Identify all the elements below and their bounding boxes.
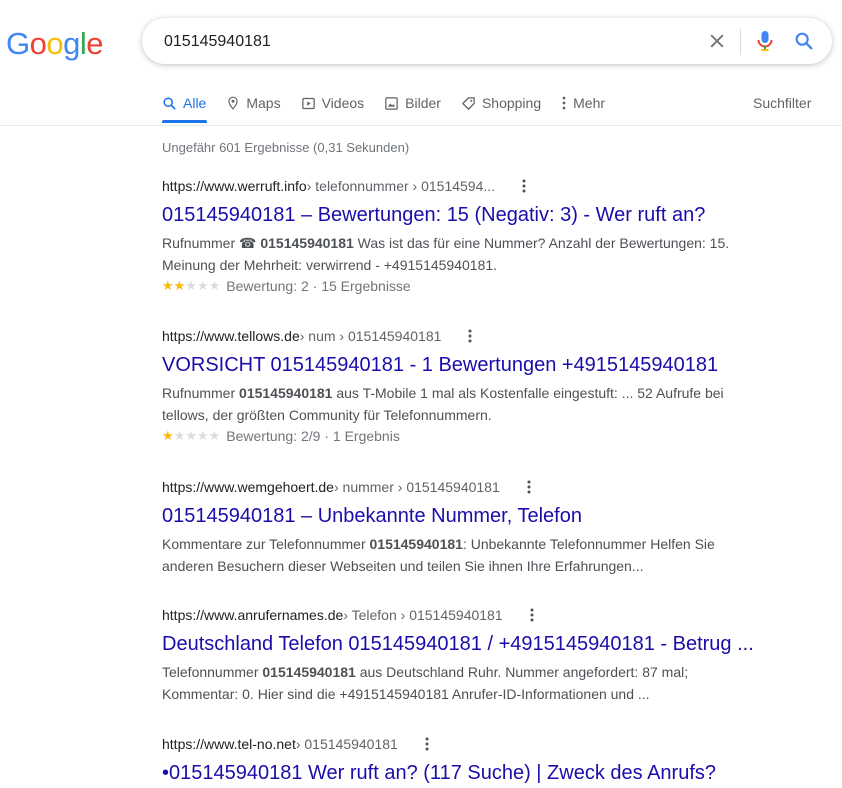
search-box: [142, 18, 832, 66]
tab-mehr[interactable]: Mehr: [561, 92, 605, 114]
result-breadcrumb: › telefonnummer › 01514594...: [306, 178, 496, 194]
result-domain: https://www.tellows.de: [162, 328, 300, 344]
search-divider: [740, 29, 741, 55]
logo-letter-o2: o: [46, 26, 64, 61]
snippet-highlight: 015145940181: [260, 235, 354, 251]
logo-letter-e: e: [86, 26, 104, 61]
google-logo[interactable]: Google: [6, 26, 104, 62]
result-url[interactable]: https://www.werruft.info › telefonnummer…: [162, 176, 762, 196]
more-options-icon[interactable]: [463, 329, 477, 343]
result-url[interactable]: https://www.tellows.de › num › 015145940…: [162, 326, 762, 346]
result-snippet: Rufnummer ☎ 015145940181 Was ist das für…: [162, 232, 752, 276]
result-domain: https://www.tel-no.net: [162, 736, 296, 752]
tab-maps[interactable]: Maps: [226, 92, 281, 114]
result-title[interactable]: Deutschland Telefon 015145940181 / +4915…: [162, 631, 762, 657]
snippet-text: Telefonnummer: [162, 664, 263, 680]
logo-letter-g1: G: [6, 26, 30, 61]
more-options-icon[interactable]: [522, 480, 536, 494]
tab-videos[interactable]: Videos: [301, 92, 365, 114]
result-breadcrumb: › num › 015145940181: [299, 328, 442, 344]
result-snippet: Telefonnummer 015145940181 aus Deutschla…: [162, 661, 752, 705]
rating-text: Bewertung: 2 · 15 Ergebnisse: [226, 278, 411, 294]
search-result: https://www.werruft.info › telefonnummer…: [162, 176, 762, 296]
snippet-text: Kommentare zur Telefonnummer: [162, 536, 370, 552]
result-url[interactable]: https://www.anrufernames.de › Telefon › …: [162, 605, 762, 625]
result-stats: Ungefähr 601 Ergebnisse (0,31 Sekunden): [162, 140, 410, 155]
image-icon: [385, 96, 398, 110]
tab-shopping[interactable]: Shopping: [461, 92, 541, 114]
snippet-text: Rufnummer: [162, 385, 240, 401]
search-input[interactable]: [162, 18, 686, 66]
search-result: https://www.tellows.de › num › 015145940…: [162, 326, 762, 446]
tab-label: Mehr: [573, 95, 606, 111]
search-result: https://www.tel-no.net › 015145940181 •0…: [162, 734, 762, 786]
result-title[interactable]: 015145940181 – Unbekannte Nummer, Telefo…: [162, 503, 762, 529]
microphone-icon[interactable]: [753, 29, 777, 53]
search-icon: [163, 96, 176, 110]
more-options-icon[interactable]: [420, 737, 434, 751]
video-icon: [301, 97, 315, 109]
result-domain: https://www.anrufernames.de: [162, 607, 344, 623]
result-domain: https://www.wemgehoert.de: [162, 479, 334, 495]
tab-label: Bilder: [405, 95, 441, 111]
snippet-highlight: 015145940181: [369, 536, 463, 552]
result-title[interactable]: 015145940181 – Bewertungen: 15 (Negativ:…: [162, 202, 762, 228]
suchfilter-button[interactable]: Suchfilter: [753, 95, 811, 111]
tab-alle[interactable]: Alle: [162, 92, 206, 114]
tab-label: Maps: [246, 95, 281, 111]
result-title[interactable]: •015145940181 Wer ruft an? (117 Suche) |…: [162, 760, 762, 786]
snippet-text: Rufnummer ☎: [162, 235, 261, 251]
result-domain: https://www.werruft.info: [162, 178, 307, 194]
result-rating: ★★★★★★★★★★ Bewertung: 2/9 · 1 Ergebnis: [162, 426, 762, 446]
result-snippet: Rufnummer 015145940181 aus T-Mobile 1 ma…: [162, 382, 752, 426]
search-result: https://www.anrufernames.de › Telefon › …: [162, 605, 762, 705]
more-options-icon[interactable]: [517, 179, 531, 193]
result-title[interactable]: VORSICHT 015145940181 - 1 Bewertungen +4…: [162, 352, 762, 378]
logo-letter-g2: g: [63, 26, 80, 61]
result-breadcrumb: › 015145940181: [295, 736, 398, 752]
search-icon[interactable]: [792, 29, 816, 53]
snippet-highlight: 015145940181: [239, 385, 333, 401]
result-url[interactable]: https://www.wemgehoert.de › nummer › 015…: [162, 477, 762, 497]
result-snippet: Kommentare zur Telefonnummer 01514594018…: [162, 533, 752, 577]
tab-bilder[interactable]: Bilder: [384, 92, 441, 114]
result-url[interactable]: https://www.tel-no.net › 015145940181: [162, 734, 762, 754]
tab-label: Alle: [183, 95, 207, 111]
tag-icon: [462, 96, 475, 110]
tab-label: Videos: [321, 95, 365, 111]
active-tab-indicator: [162, 120, 207, 123]
more-vert-icon: [562, 96, 566, 110]
rating-text: Bewertung: 2/9 · 1 Ergebnis: [226, 428, 400, 444]
more-options-icon[interactable]: [525, 608, 539, 622]
map-pin-icon: [228, 96, 239, 110]
snippet-highlight: 015145940181: [262, 664, 356, 680]
result-breadcrumb: › nummer › 015145940181: [333, 479, 500, 495]
search-tabs: Alle Maps Videos Bilder Shopping Mehr: [162, 92, 625, 126]
tab-label: Shopping: [481, 95, 542, 111]
header-divider: [0, 125, 842, 126]
star-rating: ★★★★★★★★★★: [162, 278, 221, 293]
clear-icon[interactable]: [705, 29, 729, 53]
result-breadcrumb: › Telefon › 015145940181: [343, 607, 503, 623]
search-result: https://www.wemgehoert.de › nummer › 015…: [162, 477, 762, 577]
result-rating: ★★★★★★★★★★ Bewertung: 2 · 15 Ergebnisse: [162, 276, 762, 296]
logo-letter-o1: o: [29, 26, 47, 61]
star-rating: ★★★★★★★★★★: [162, 428, 221, 443]
